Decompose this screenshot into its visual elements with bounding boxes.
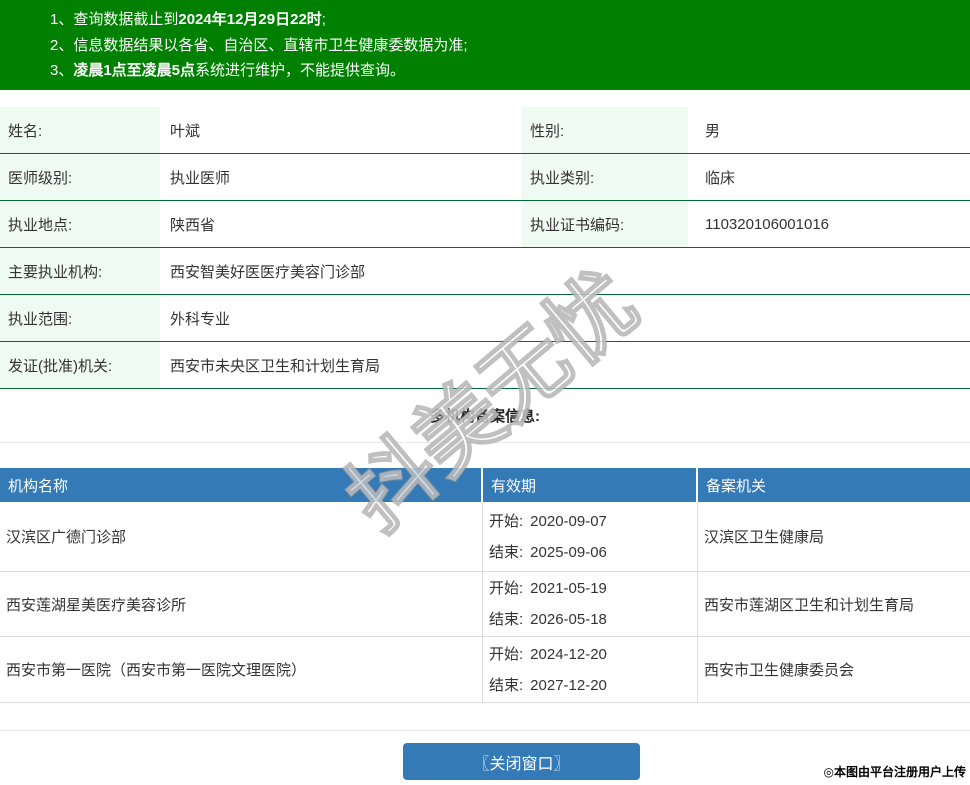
field-value-name: 叶斌 [170, 122, 201, 140]
table-row: 主要执业机构: 西安智美好医医疗美容门诊部 [0, 248, 970, 295]
institution-name: 西安莲湖星美医疗美容诊所 [0, 572, 483, 636]
notice-number: 2、 [50, 36, 74, 54]
start-label: 开始: [489, 580, 524, 597]
field-label-practice-scope: 执业范围: [0, 295, 160, 341]
field-value-certificate-number: 110320106001016 [705, 215, 830, 233]
notice-line-2: 2、信息数据结果以各省、自治区、直辖市卫生健康委数据为准; [50, 33, 960, 59]
field-label-doctor-level: 医师级别: [0, 154, 160, 200]
field-label-practice-category: 执业类别: [522, 154, 688, 200]
end-label: 结束: [489, 543, 524, 561]
notice-text: 查询数据截止到 [73, 11, 179, 28]
field-label-issuing-authority: 发证(批准)机关: [0, 342, 160, 388]
end-date: 2025-09-06 [530, 543, 607, 561]
validity-end: 结束: 2027-12-20 [489, 670, 697, 701]
institution-name: 汉滨区广德门诊部 [0, 502, 483, 571]
registration-authority: 西安市卫生健康委员会 [704, 662, 855, 679]
field-label-certificate-number: 执业证书编码: [522, 201, 688, 247]
validity-end: 结束: 2026-05-18 [489, 604, 697, 635]
field-value-gender: 男 [705, 122, 721, 140]
start-label: 开始: [489, 512, 524, 530]
notice-text: ; [321, 11, 326, 28]
table-row: 执业地点: 陕西省 执业证书编码: 110320106001016 [0, 201, 970, 248]
registration-table: 机构名称 有效期 备案机关 汉滨区广德门诊部 开始: 2020-09-07 结束:… [0, 468, 970, 703]
notice-band: 1、查询数据截止到2024年12月29日22时; 2、信息数据结果以各省、自治区… [0, 0, 970, 90]
end-date: 2026-05-18 [530, 611, 607, 628]
upload-stamp-text: ◎本图由平台注册用户上传 [823, 765, 966, 779]
table-row: 医师级别: 执业医师 执业类别: 临床 [0, 154, 970, 201]
section-title-multi-institution: 多机构备案信息: [430, 408, 540, 425]
validity-start: 开始: 2021-05-19 [489, 573, 697, 604]
validity-end: 结束: 2025-09-06 [489, 537, 697, 568]
start-date: 2021-05-19 [530, 580, 607, 597]
divider [0, 442, 970, 443]
notice-line-3: 3、凌晨1点至凌晨5点系统进行维护，不能提供查询。 [50, 58, 960, 84]
end-label: 结束: [489, 611, 524, 628]
field-value-practice-location: 陕西省 [170, 216, 216, 234]
table-row: 执业范围: 外科专业 [0, 295, 970, 342]
field-label-name: 姓名: [0, 107, 160, 153]
start-label: 开始: [489, 645, 524, 663]
divider [0, 730, 970, 731]
validity-period: 开始: 2024-12-20 结束: 2027-12-20 [483, 637, 698, 702]
table-row: 姓名: 叶斌 性别: 男 [0, 107, 970, 154]
field-value-issuing-authority: 西安市未央区卫生和计划生育局 [170, 357, 381, 375]
field-value-practice-scope: 外科专业 [170, 310, 231, 328]
validity-period: 开始: 2020-09-07 结束: 2025-09-06 [483, 502, 698, 571]
start-date: 2020-09-07 [530, 512, 607, 530]
field-value-practice-category: 临床 [705, 169, 736, 187]
field-label-practice-location: 执业地点: [0, 201, 160, 247]
table-row: 西安市第一医院（西安市第一医院文理医院） 开始: 2024-12-20 结束: 20… [0, 637, 970, 703]
notice-text-bold: 凌晨1点至凌晨5点 [73, 62, 196, 79]
table-row: 发证(批准)机关: 西安市未央区卫生和计划生育局 [0, 342, 970, 389]
column-header-validity: 有效期 [483, 468, 698, 502]
close-window-button[interactable]: 〖关闭窗口〗 [403, 743, 640, 780]
notice-number: 1、 [50, 11, 74, 28]
notice-line-1: 1、查询数据截止到2024年12月29日22时; [50, 7, 960, 33]
column-header-authority: 备案机关 [706, 477, 767, 495]
validity-period: 开始: 2021-05-19 结束: 2026-05-18 [483, 572, 698, 636]
end-date: 2027-12-20 [530, 676, 607, 694]
end-label: 结束: [489, 676, 524, 694]
institution-name: 西安市第一医院（西安市第一医院文理医院） [0, 637, 483, 702]
registration-authority: 西安市莲湖区卫生和计划生育局 [704, 596, 915, 614]
validity-start: 开始: 2024-12-20 [489, 639, 697, 670]
registration-authority: 汉滨区卫生健康局 [704, 529, 825, 546]
table-row: 汉滨区广德门诊部 开始: 2020-09-07 结束: 2025-09-06 汉滨区… [0, 502, 970, 572]
field-value-doctor-level: 执业医师 [170, 169, 231, 187]
validity-start: 开始: 2020-09-07 [489, 506, 697, 537]
notice-number: 3、 [50, 62, 74, 79]
field-value-main-institution: 西安智美好医医疗美容门诊部 [170, 263, 366, 281]
column-header-institution: 机构名称 [0, 468, 483, 502]
field-label-main-institution: 主要执业机构: [0, 248, 160, 294]
notice-text-bold: 2024年12月29日22时 [178, 11, 322, 28]
table-row: 西安莲湖星美医疗美容诊所 开始: 2021-05-19 结束: 2026-05-18… [0, 572, 970, 637]
notice-text: 系统进行维护，不能提供查询。 [195, 62, 406, 79]
practitioner-profile-table: 姓名: 叶斌 性别: 男 医师级别: 执业医师 执业类别: 临床 执业地点: 陕… [0, 107, 970, 389]
notice-text: 信息数据结果以各省、自治区、直辖市卫生健康委数据为准; [73, 36, 468, 54]
field-label-gender: 性别: [522, 107, 688, 153]
registration-table-header: 机构名称 有效期 备案机关 [0, 468, 970, 502]
start-date: 2024-12-20 [530, 645, 607, 663]
